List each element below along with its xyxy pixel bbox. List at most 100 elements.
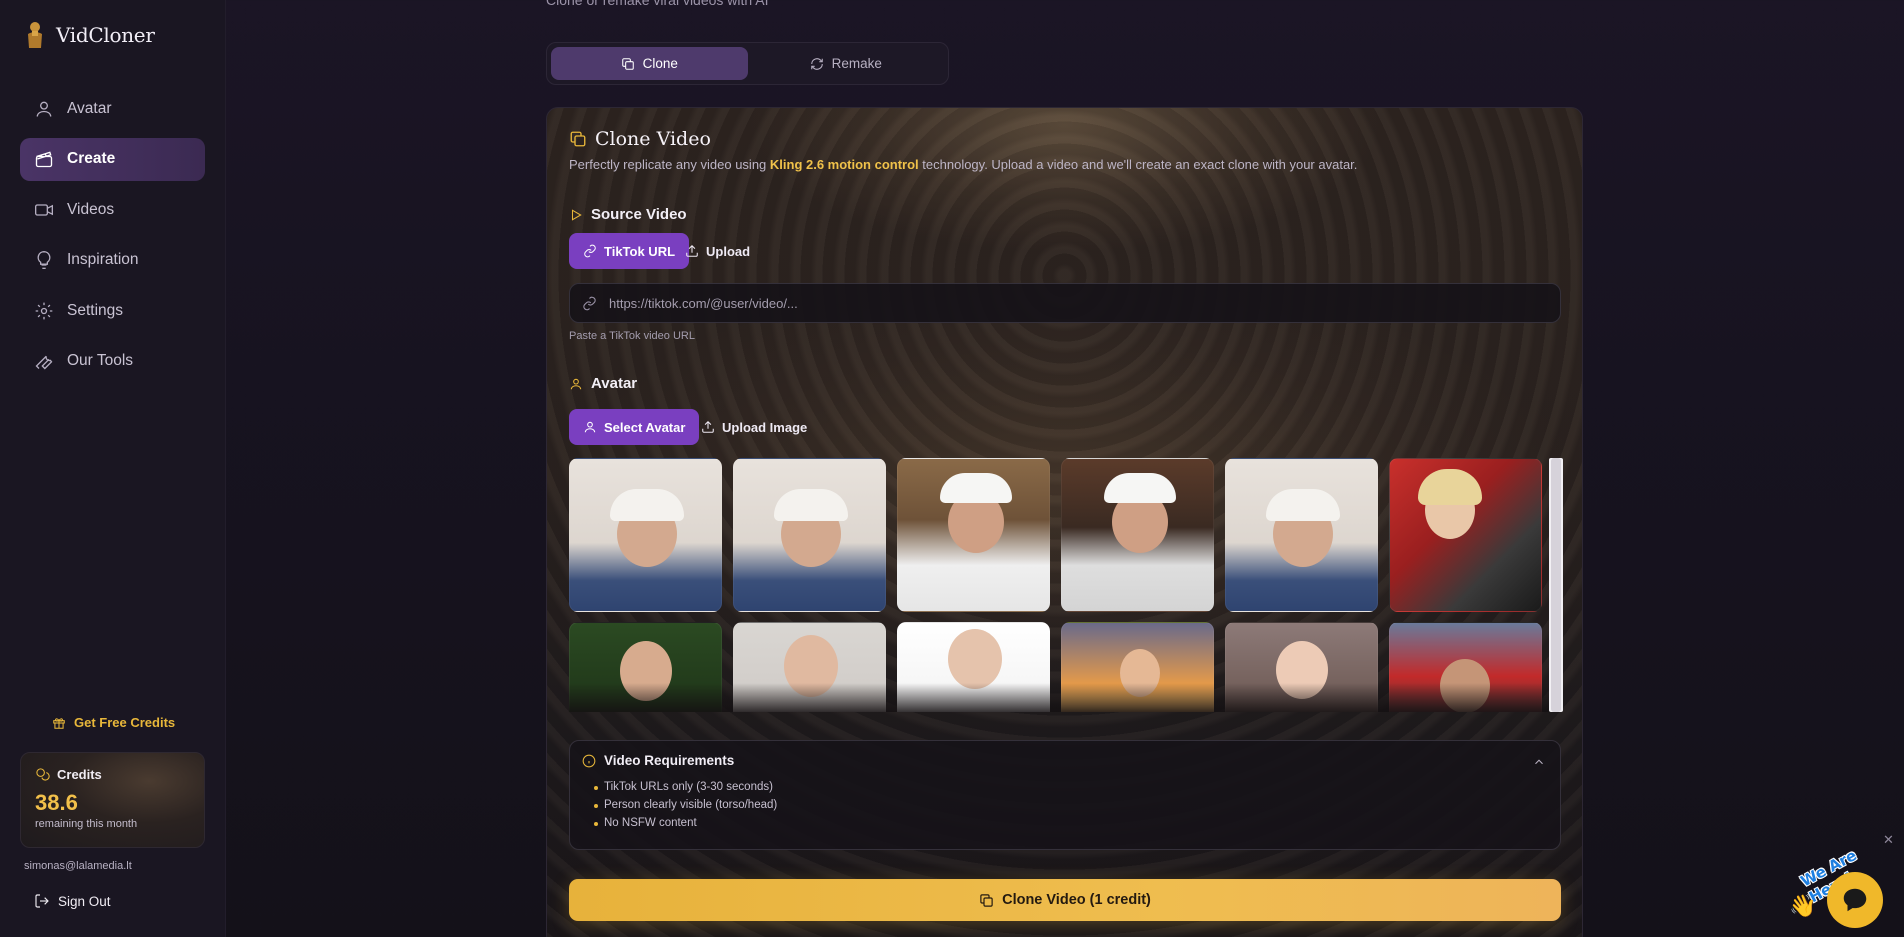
video-requirements-title: Video Requirements [604, 753, 735, 768]
credits-amount: 38.6 [35, 790, 78, 815]
logo[interactable]: VidCloner [24, 20, 155, 50]
link-icon [584, 244, 596, 258]
avatar-thumbnail[interactable] [733, 458, 886, 612]
link-icon [583, 296, 596, 310]
tiktok-url-input[interactable] [609, 295, 1549, 311]
sign-out-button[interactable]: Sign Out [34, 893, 111, 909]
clone-video-label: Clone Video (1 credit) [1002, 892, 1151, 908]
upload-image-label: Upload Image [722, 419, 808, 435]
avatar-grid-scroll-thumb[interactable] [1551, 458, 1561, 712]
coins-icon [36, 768, 50, 781]
clone-video-card: Clone Video Perfectly replicate any vide… [546, 107, 1583, 937]
copy-icon [980, 893, 993, 907]
get-free-credits-label: Get Free Credits [74, 715, 176, 730]
list-item: Person clearly visible (torso/head) [594, 799, 1548, 811]
requirements-list: TikTok URLs only (3-30 seconds) Person c… [582, 781, 1548, 829]
sidebar-item-settings[interactable]: Settings [20, 289, 205, 332]
select-avatar-label: Select Avatar [604, 419, 686, 435]
avatar-grid [569, 458, 1565, 712]
credits-title: Credits [57, 767, 102, 782]
video-camera-icon [35, 203, 53, 216]
credits-subtitle: remaining this month [35, 818, 138, 830]
logo-statue-icon [24, 20, 46, 50]
mode-tabs: Clone Remake [546, 42, 949, 85]
waving-hand-icon: 👋 [1789, 893, 1817, 918]
source-video-heading-text: Source Video [591, 206, 687, 223]
sidebar-item-avatar[interactable]: Avatar [20, 87, 205, 130]
tab-clone[interactable]: Clone [551, 47, 748, 80]
sidebar: VidCloner Avatar Create Videos Inspirati… [0, 0, 226, 937]
lightbulb-icon [37, 250, 51, 269]
chat-widget-button[interactable] [1827, 872, 1883, 928]
upload-video-button[interactable]: Upload [671, 233, 764, 269]
sidebar-item-inspiration[interactable]: Inspiration [20, 239, 205, 282]
main-nav: Avatar Create Videos Inspiration Setting… [20, 87, 205, 390]
upload-image-button[interactable]: Upload Image [687, 409, 821, 445]
sign-out-label: Sign Out [58, 893, 111, 909]
play-icon [571, 208, 582, 221]
user-icon [584, 421, 596, 433]
sidebar-item-our-tools[interactable]: Our Tools [20, 340, 205, 383]
clone-video-button[interactable]: Clone Video (1 credit) [569, 879, 1561, 921]
desc-post: technology. Upload a video and we'll cre… [918, 157, 1358, 172]
gift-icon [53, 717, 65, 729]
card-description: Perfectly replicate any video using Klin… [569, 157, 1357, 172]
list-item: No NSFW content [594, 817, 1548, 829]
avatar-thumbnail[interactable] [897, 458, 1050, 612]
sidebar-item-label: Create [67, 150, 116, 167]
upload-icon [702, 421, 714, 433]
sidebar-item-label: Settings [67, 301, 124, 319]
tab-remake-label: Remake [831, 56, 882, 71]
copy-icon [570, 131, 586, 147]
user-email: simonas@lalamedia.lt [24, 860, 132, 872]
video-requirements-panel[interactable]: Video Requirements TikTok URLs only (3-3… [569, 740, 1561, 850]
avatar-heading-text: Avatar [591, 375, 638, 392]
upload-video-label: Upload [706, 243, 751, 259]
sidebar-item-create[interactable]: Create [20, 137, 205, 181]
user-icon [36, 101, 52, 117]
clapperboard-icon [35, 151, 53, 168]
avatar-thumbnail[interactable] [733, 622, 886, 712]
avatar-thumbnail[interactable] [1061, 622, 1214, 712]
sidebar-item-label: Inspiration [67, 251, 139, 268]
card-title: Clone Video [569, 128, 711, 150]
chat-bubble-icon [1843, 888, 1867, 912]
avatar-thumbnail[interactable] [1061, 458, 1214, 612]
copy-icon [621, 57, 634, 70]
refresh-icon [810, 57, 823, 70]
tiktok-url-field[interactable] [569, 283, 1561, 323]
video-requirements-header: Video Requirements [582, 753, 1548, 768]
sidebar-item-label: Videos [67, 200, 115, 218]
tab-clone-label: Clone [642, 56, 678, 71]
tiktok-url-hint: Paste a TikTok video URL [569, 330, 695, 342]
avatar-thumbnail[interactable] [1389, 458, 1542, 612]
tiktok-url-label: TikTok URL [604, 243, 676, 259]
avatar-thumbnail[interactable] [1225, 458, 1378, 612]
avatar-grid-scrollbar[interactable] [1549, 458, 1563, 712]
close-icon[interactable]: ✕ [1883, 832, 1894, 848]
avatar-thumbnail[interactable] [569, 622, 722, 712]
select-avatar-button[interactable]: Select Avatar [569, 409, 700, 445]
app-name: VidCloner [56, 23, 155, 47]
gear-icon [35, 302, 53, 319]
get-free-credits-link[interactable]: Get Free Credits [52, 715, 175, 730]
source-video-heading: Source Video [569, 206, 687, 223]
avatar-thumbnail[interactable] [897, 622, 1050, 712]
avatar-thumbnail[interactable] [569, 458, 722, 612]
avatar-thumbnail[interactable] [1225, 622, 1378, 712]
avatar-heading: Avatar [569, 375, 637, 392]
avatar-thumbnail[interactable] [1389, 622, 1542, 712]
card-title-text: Clone Video [595, 128, 711, 150]
info-icon [582, 754, 596, 767]
sidebar-item-videos[interactable]: Videos [20, 188, 205, 231]
tab-remake[interactable]: Remake [748, 47, 945, 80]
logout-icon [35, 894, 49, 908]
desc-highlight: Kling 2.6 motion control [769, 157, 919, 172]
upload-icon [686, 245, 698, 257]
user-icon [570, 378, 582, 389]
wrench-icon [35, 355, 53, 370]
credits-header: Credits [35, 767, 190, 782]
sidebar-item-label: Our Tools [67, 352, 134, 369]
page-subtitle: Clone or remake viral videos with AI [546, 0, 769, 8]
chevron-up-icon[interactable] [1532, 755, 1546, 769]
